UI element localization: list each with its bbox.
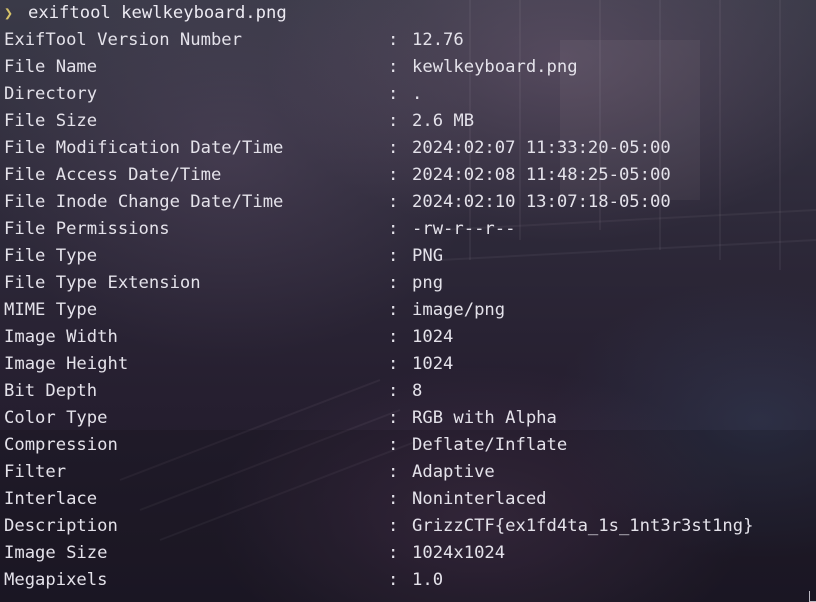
exif-key: File Type Extension [4,273,201,293]
exif-value: Adaptive [412,462,495,482]
exif-separator: : [388,219,399,239]
exif-separator: : [388,111,399,131]
exif-key: Megapixels [4,570,108,590]
exif-key: Color Type [4,408,108,428]
exif-separator: : [388,138,399,158]
exif-row: Image Height:1024 [4,351,816,378]
exif-value: 1024x1024 [412,543,506,563]
exif-value: 2024:02:10 13:07:18-05:00 [412,192,671,212]
exif-key: Filter [4,462,67,482]
exif-value: image/png [412,300,506,320]
exif-separator: : [388,489,399,509]
exif-row: Description: GrizzCTF{ex1fd4ta_1s_1nt3r3s… [4,513,816,540]
exif-separator: : [388,570,399,590]
exif-separator: : [388,30,399,50]
exif-separator: : [388,273,399,293]
exif-row: Bit Depth:8 [4,378,816,405]
exif-value: 1.0 [412,570,444,590]
exif-value: 1024 [412,354,454,374]
exif-key: MIME Type [4,300,98,320]
exif-key: File Size [4,111,98,131]
exif-key: File Type [4,246,98,266]
exif-key: Bit Depth [4,381,98,401]
exif-key: File Modification Date/Time [4,138,284,158]
exif-separator: : [388,327,399,347]
exif-separator: : [388,165,399,185]
exif-row: ExifTool Version Number:12.76 [4,27,816,54]
exif-separator: : [388,381,399,401]
exif-key: Image Width [4,327,118,347]
exif-row: File Modification Date/Time:2024:02:07 1… [4,135,816,162]
exif-separator: : [388,435,399,455]
exif-value: Noninterlaced [412,489,547,509]
exif-separator: : [388,462,399,482]
command-text: exiftool kewlkeyboard.png [28,3,287,23]
exif-row: File Inode Change Date/Time:2024:02:10 1… [4,189,816,216]
exif-key: Image Height [4,354,129,374]
exif-value: . [412,84,423,104]
exif-key: File Inode Change Date/Time [4,192,284,212]
exif-row: Megapixels:1.0 [4,567,816,594]
exif-value: PNG [412,246,444,266]
exif-row: Filter: Adaptive [4,459,816,486]
exif-key: ExifTool Version Number [4,30,242,50]
exif-value: 12.76 [412,30,464,50]
exif-separator: : [388,543,399,563]
command-line: ❯ exiftool kewlkeyboard.png [4,0,816,27]
terminal-output: ❯ exiftool kewlkeyboard.png ExifTool Ver… [4,0,816,602]
exif-key: Compression [4,435,118,455]
exif-row: File Size:2.6 MB [4,108,816,135]
exif-value: RGB with Alpha [412,408,557,428]
exif-row: Compression: Deflate/Inflate [4,432,816,459]
exif-value: 8 [412,381,423,401]
exif-key: Image Size [4,543,108,563]
exif-value: GrizzCTF{ex1fd4ta_1s_1nt3r3st1ng} [412,516,754,536]
exif-output-list: ExifTool Version Number:12.76 File Name: k… [4,27,816,594]
exif-separator: : [388,84,399,104]
terminal-cursor-corner [809,591,816,602]
exif-value: 2024:02:08 11:48:25-05:00 [412,165,671,185]
exif-key: Description [4,516,118,536]
exif-row: Image Width:1024 [4,324,816,351]
exif-key: File Name [4,57,98,77]
exif-row: MIME Type: image/png [4,297,816,324]
exif-row: File Type: PNG [4,243,816,270]
exif-separator: : [388,516,399,536]
exif-row: File Permissions: -rw-r--r-- [4,216,816,243]
exif-key: File Access Date/Time [4,165,222,185]
exif-value: 2024:02:07 11:33:20-05:00 [412,138,671,158]
exif-separator: : [388,408,399,428]
exif-separator: : [388,354,399,374]
exif-key: File Permissions [4,219,170,239]
prompt-chevron-icon: ❯ [4,4,14,22]
exif-key: Directory [4,84,98,104]
exif-value: png [412,273,444,293]
exif-separator: : [388,300,399,320]
exif-row: Directory:. [4,81,816,108]
exif-separator: : [388,246,399,266]
exif-key: Interlace [4,489,98,509]
exif-value: kewlkeyboard.png [412,57,578,77]
exif-value: -rw-r--r-- [412,219,516,239]
exif-value: 2.6 MB [412,111,475,131]
exif-value: Deflate/Inflate [412,435,568,455]
exif-row: Image Size:1024x1024 [4,540,816,567]
exif-row: File Access Date/Time:2024:02:08 11:48:2… [4,162,816,189]
exif-row: File Name: kewlkeyboard.png [4,54,816,81]
exif-row: Interlace: Noninterlaced [4,486,816,513]
exif-row: Color Type: RGB with Alpha [4,405,816,432]
exif-row: File Type Extension: png [4,270,816,297]
exif-separator: : [388,57,399,77]
exif-separator: : [388,192,399,212]
exif-value: 1024 [412,327,454,347]
